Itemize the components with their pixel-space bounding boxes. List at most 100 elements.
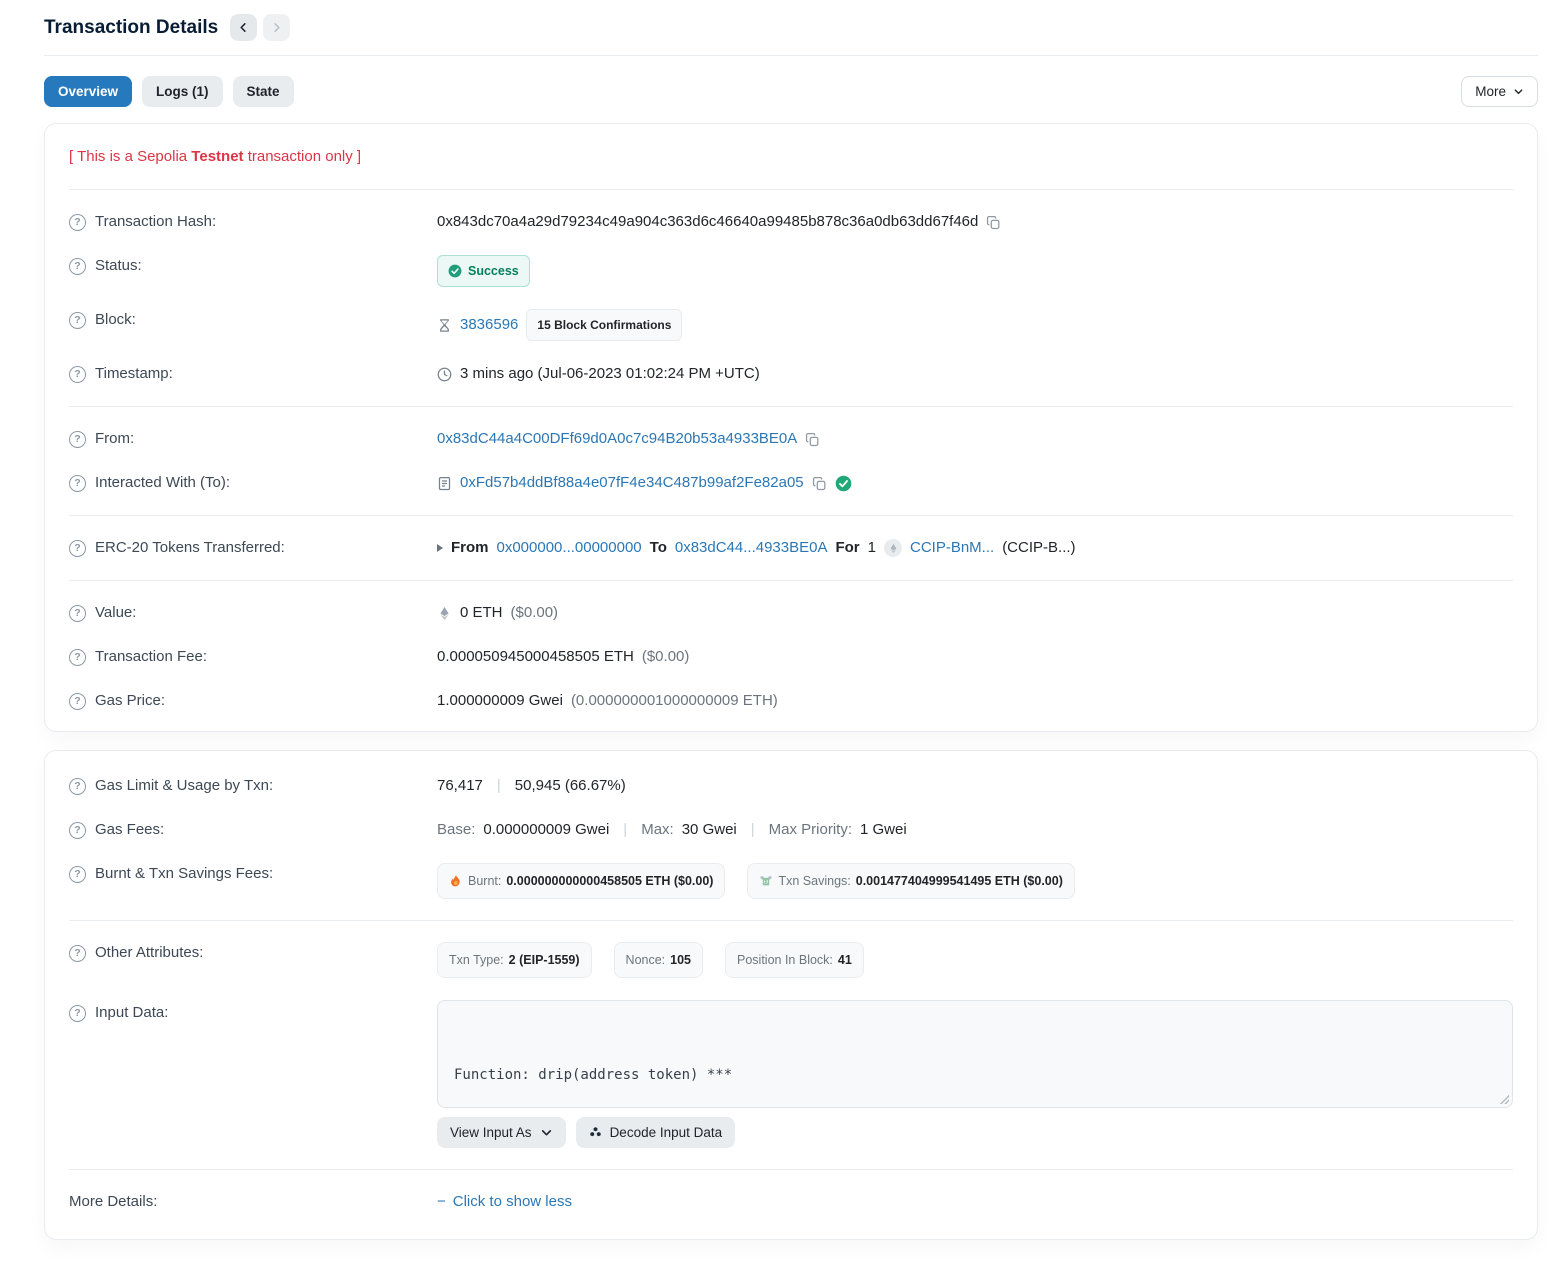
help-icon[interactable]: ? [69,866,86,883]
divider [69,1169,1513,1170]
divider [69,515,1513,516]
divider [69,189,1513,190]
other-attributes-label: Other Attributes: [95,942,203,964]
previous-transaction-button[interactable] [230,14,257,41]
testnet-warning-suffix: transaction only ] [244,148,362,165]
value-amount: 0 ETH [460,602,503,624]
nonce-label: Nonce: [626,949,666,971]
overview-card: [ This is a Sepolia Testnet transaction … [44,123,1538,732]
caret-right-icon [437,544,443,552]
base-fee-label: Base: [437,819,475,841]
input-data-label: Input Data: [95,1002,168,1024]
help-icon[interactable]: ? [69,312,86,329]
burnt-savings-label: Burnt & Txn Savings Fees: [95,863,273,885]
txn-type-value: 2 (EIP-1559) [509,949,580,971]
input-data-row: ? Input Data: Function: drip(address tok… [69,989,1513,1159]
burnt-badge: Burnt: 0.000000000000458505 ETH ($0.00) [437,863,725,899]
timestamp-value: 3 mins ago (Jul-06-2023 01:02:24 PM +UTC… [460,363,760,385]
block-row: ? Block: 3836596 15 Block Confirmations [69,298,1513,352]
gas-limit-row: ? Gas Limit & Usage by Txn: 76,417 | 50,… [69,759,1513,808]
input-data-textarea[interactable]: Function: drip(address token) *** Method… [437,1000,1513,1108]
pipe-separator: | [491,775,507,797]
click-to-show-less-link[interactable]: − Click to show less [437,1191,572,1213]
gas-usage-value: 50,945 (66.67%) [515,775,626,797]
minus-icon: − [437,1191,446,1213]
interacted-with-label: Interacted With (To): [95,472,230,494]
transaction-fee-label: Transaction Fee: [95,646,207,668]
position-value: 41 [838,949,852,971]
help-icon[interactable]: ? [69,366,86,383]
copy-to-address-button[interactable] [812,476,827,491]
click-to-show-less-text: Click to show less [453,1191,572,1213]
help-icon[interactable]: ? [69,945,86,962]
max-priority-label: Max Priority: [769,819,852,841]
resize-handle[interactable] [1498,1093,1509,1104]
transfer-from-word: From [451,537,489,559]
gas-fees-label: Gas Fees: [95,819,164,841]
transaction-details-page: Transaction Details Overview Logs (1) St… [0,0,1560,1278]
help-icon[interactable]: ? [69,258,86,275]
gas-limit-label: Gas Limit & Usage by Txn: [95,775,273,797]
divider [69,406,1513,407]
transaction-fee-amount: 0.000050945000458505 ETH [437,646,634,668]
transaction-hash-value: 0x843dc70a4a29d79234c49a904c363d6c46640a… [437,211,978,233]
help-icon[interactable]: ? [69,778,86,795]
nonce-badge: Nonce: 105 [614,942,703,978]
transfer-amount: 1 [868,537,876,559]
copy-hash-button[interactable] [986,215,1001,230]
txn-type-badge: Txn Type: 2 (EIP-1559) [437,942,592,978]
transaction-hash-row: ? Transaction Hash: 0x843dc70a4a29d79234… [69,200,1513,244]
tab-logs[interactable]: Logs (1) [142,76,223,107]
block-label: Block: [95,309,136,331]
other-attributes-row: ? Other Attributes: Txn Type: 2 (EIP-155… [69,931,1513,989]
help-icon[interactable]: ? [69,822,86,839]
chevron-left-icon [238,22,249,33]
tab-overview[interactable]: Overview [44,76,132,107]
check-circle-icon [448,264,462,278]
chevron-down-icon [1513,86,1524,97]
copy-icon [812,476,827,491]
cubes-icon [589,1126,602,1139]
help-icon[interactable]: ? [69,431,86,448]
token-icon [884,539,902,557]
token-name-link[interactable]: CCIP-BnM... [910,537,994,559]
transfer-for-word: For [835,537,859,559]
pipe-separator: | [617,819,633,841]
burnt-label-text: Burnt: [468,870,501,892]
from-address-link[interactable]: 0x83dC44a4C00DFf69d0A0c7c94B20b53a4933BE… [437,428,797,450]
more-details-label: More Details: [69,1191,437,1213]
more-dropdown-button[interactable]: More [1461,76,1538,107]
help-icon[interactable]: ? [69,540,86,557]
testnet-warning-prefix: [ This is a Sepolia [69,148,191,165]
copy-icon [986,215,1001,230]
divider [69,580,1513,581]
page-header: Transaction Details [44,8,1538,56]
transfer-from-address-link[interactable]: 0x000000...00000000 [497,537,642,559]
tab-state[interactable]: State [233,76,294,107]
block-number-link[interactable]: 3836596 [460,314,518,336]
input-data-actions: View Input As Decode Input Data [437,1117,1513,1148]
next-transaction-button[interactable] [263,14,290,41]
value-usd: ($0.00) [511,602,559,624]
help-icon[interactable]: ? [69,214,86,231]
transfer-to-address-link[interactable]: 0x83dC44...4933BE0A [675,537,828,559]
money-wings-icon [759,874,773,888]
help-icon[interactable]: ? [69,605,86,622]
help-icon[interactable]: ? [69,1005,86,1022]
to-address-link[interactable]: 0xFd57b4ddBf88a4e07fF4e34C487b99af2Fe82a… [460,472,804,494]
base-fee-value: 0.000000009 Gwei [483,819,609,841]
status-row: ? Status: Success [69,244,1513,298]
help-icon[interactable]: ? [69,475,86,492]
transfer-to-word: To [650,537,667,559]
timestamp-label: Timestamp: [95,363,173,385]
help-icon[interactable]: ? [69,649,86,666]
from-row: ? From: 0x83dC44a4C00DFf69d0A0c7c94B20b5… [69,417,1513,461]
value-label: Value: [95,602,136,624]
decode-input-data-button[interactable]: Decode Input Data [576,1117,736,1148]
txn-savings-label-text: Txn Savings: [778,870,850,892]
txn-type-label: Txn Type: [449,949,504,971]
copy-from-address-button[interactable] [805,432,820,447]
view-input-as-button[interactable]: View Input As [437,1117,566,1148]
help-icon[interactable]: ? [69,693,86,710]
token-symbol: (CCIP-B...) [1002,537,1075,559]
